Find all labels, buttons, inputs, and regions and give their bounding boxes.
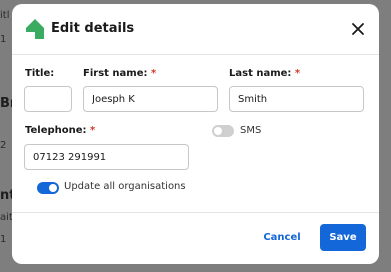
dialog-title: Edit details (51, 21, 135, 36)
background-text: 1 (0, 34, 7, 45)
title-label: Title: (25, 68, 55, 79)
title-field[interactable] (24, 86, 72, 112)
house-logo-icon (26, 19, 44, 39)
dialog-header: Edit details (12, 4, 379, 55)
last-name-label: Last name: * (229, 68, 301, 79)
sms-toggle-label: SMS (240, 125, 262, 136)
background-text: 2 (0, 140, 7, 151)
background-text: 1 (0, 234, 7, 245)
telephone-field[interactable] (24, 144, 189, 170)
telephone-label: Telephone: * (25, 125, 96, 136)
background-text: itl (0, 10, 10, 21)
last-name-field[interactable] (229, 86, 364, 112)
close-icon[interactable] (351, 22, 365, 36)
update-all-organisations-toggle[interactable] (37, 182, 59, 194)
footer-divider (12, 212, 379, 213)
edit-details-dialog: Edit details Title: First name: * Last n… (12, 4, 379, 264)
first-name-label: First name: * (83, 68, 157, 79)
update-all-organisations-label: Update all organisations (64, 181, 186, 192)
toggle-knob (49, 184, 57, 192)
first-name-field[interactable] (83, 86, 218, 112)
cancel-button[interactable]: Cancel (252, 226, 312, 250)
toggle-knob (214, 127, 222, 135)
save-button[interactable]: Save (320, 224, 366, 251)
sms-toggle[interactable] (212, 125, 234, 137)
